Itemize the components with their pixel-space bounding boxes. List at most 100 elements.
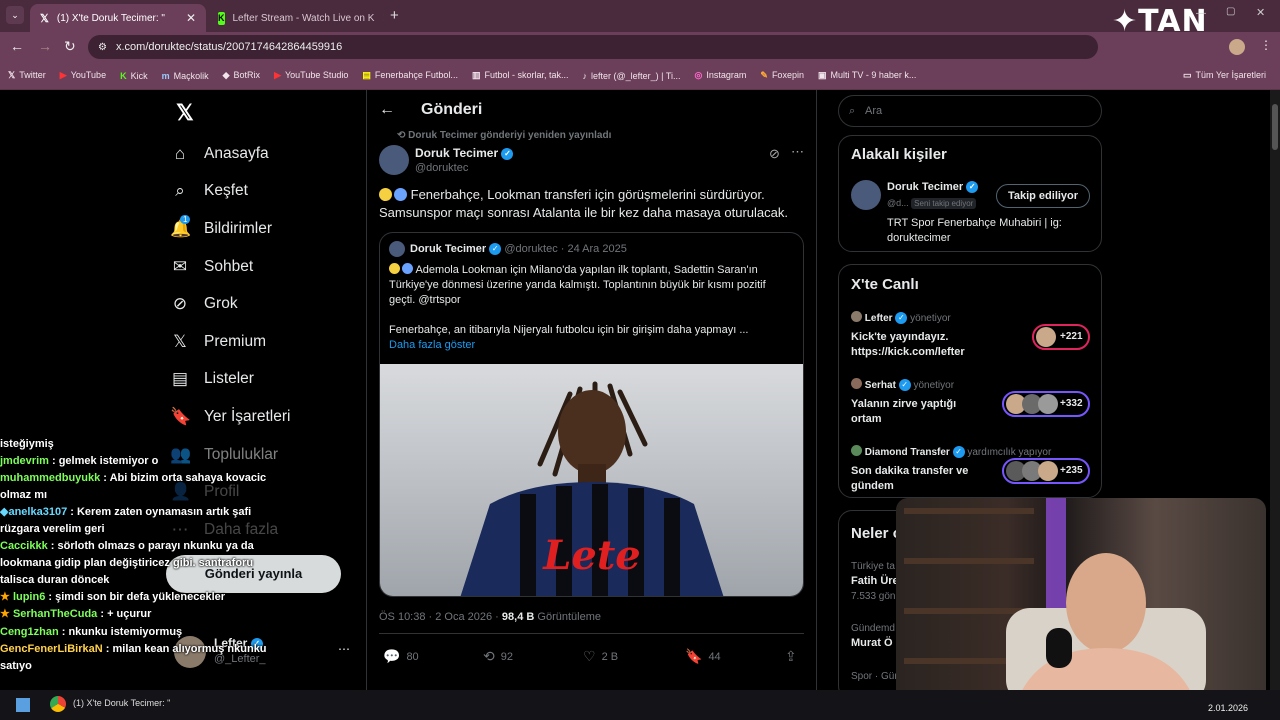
show-more-link[interactable]: Daha fazla göster [389, 339, 475, 351]
quote-tweet[interactable]: Doruk Tecimer ✓ @doruktec · 24 Ara 2025 … [379, 232, 804, 597]
scrollbar-thumb[interactable] [1272, 104, 1278, 150]
bookmark-tiktok[interactable]: ♪ lefter (@_lefter_) | Ti... [583, 71, 681, 81]
x-home-logo[interactable]: 𝕏 [176, 100, 194, 126]
nav-premium[interactable]: 𝕏 Premium [170, 323, 360, 361]
listener-count-pill: +221 [1032, 324, 1090, 350]
bookmark-youtube-studio[interactable]: ▶ YouTube Studio [274, 70, 348, 81]
reply-button[interactable]: 💬 80 [383, 648, 419, 665]
all-bookmarks[interactable]: ▭ Tüm Yer İşaretleri [1183, 70, 1266, 81]
taskbar-window-title[interactable]: (1) X'te Doruk Tecimer: " [73, 698, 170, 708]
divider-right [816, 90, 817, 690]
related-handle-row: @d... Seni takip ediyor [887, 198, 977, 209]
chat-message: isteğiymiş [0, 438, 54, 450]
post-meta: ÖS 10:38 · 2 Oca 2026 · 98,4 B Görüntüle… [379, 611, 601, 623]
more-icon[interactable]: ⋯ [338, 642, 350, 656]
player-photo: Lete [460, 381, 724, 596]
avatar [851, 378, 862, 389]
nav-chat[interactable]: ✉ Sohbet [170, 248, 360, 286]
verified-icon: ✓ [501, 147, 514, 160]
verified-icon: ✓ [489, 243, 502, 256]
forward-icon[interactable]: → [38, 38, 52, 54]
repost-button[interactable]: ⟲ 92 [483, 648, 513, 665]
home-icon: ⌂ [174, 143, 186, 163]
nav-notifications[interactable]: 🔔 1 Bildirimler [170, 210, 360, 248]
close-icon[interactable]: ✕ [382, 11, 384, 25]
bookmark-fenerbahce[interactable]: ▤ Fenerbahçe Futbol... [362, 70, 458, 81]
trends-title: Neler o [851, 525, 902, 542]
nav-bookmarks[interactable]: 🔖 Yer İşaretleri [170, 398, 360, 436]
bookmark-multitv[interactable]: ▣ Multi TV - 9 haber k... [818, 70, 916, 81]
repost-note: ⟲ Doruk Tecimer gönderiyi yeniden yayınl… [397, 130, 612, 141]
more-icon[interactable]: ⋯ [791, 144, 804, 160]
chat-message: muhammedbuyukk : Abi bizim orta sahaya k… [0, 472, 267, 502]
scrollbar[interactable] [1270, 90, 1280, 690]
live-item[interactable]: Serhat ✓ yönetiyor Yalanın zirve yaptığı… [851, 378, 1097, 430]
site-info-icon[interactable]: ⚙ [98, 42, 107, 53]
window-close-icon[interactable]: ✕ [1256, 6, 1265, 19]
like-button[interactable]: ♡ 2 B [583, 648, 618, 665]
share-button[interactable]: ⇪ [785, 648, 797, 665]
taskbar-date: 2.01.2026 [1208, 703, 1249, 713]
bookmark-twitter[interactable]: 𝕏 Twitter [8, 70, 46, 81]
nav-explore[interactable]: ⌕ Keşfet [170, 173, 360, 211]
profile-avatar[interactable] [1229, 39, 1245, 55]
bookmark-icon: 🔖 [170, 406, 192, 426]
nav-home[interactable]: ⌂ Anasayfa [170, 135, 360, 173]
related-title: Alakalı kişiler [851, 146, 947, 163]
new-tab-button[interactable]: + [390, 7, 399, 24]
bookmark-button[interactable]: 🔖 44 [685, 648, 721, 665]
grok-icon[interactable]: ⊘ [769, 146, 780, 162]
stream-chat-overlay: isteğiymiş jmdevrim : gelmek istemiyor o… [0, 436, 290, 675]
close-icon[interactable]: ✕ [186, 11, 196, 25]
live-title: X'te Canlı [851, 276, 919, 293]
avatar [389, 241, 405, 257]
live-item[interactable]: Diamond Transfer ✓ yardımcılık yapıyor S… [851, 445, 1097, 497]
live-item[interactable]: Lefter ✓ yönetiyor Kick'te yayındayız. ht… [851, 311, 1097, 363]
trend-item[interactable]: Spor · Gün [851, 669, 900, 684]
url-text: x.com/doruktec/status/200717464286445991… [116, 41, 343, 53]
live-spaces-card: X'te Canlı Lefter ✓ yönetiyor Kick'te ya… [838, 264, 1102, 498]
bookmark-botrix[interactable]: ◆ BotRix [223, 70, 260, 81]
avatar[interactable] [379, 145, 409, 175]
author-name[interactable]: Doruk Tecimer ✓ [415, 146, 514, 160]
search-input[interactable]: ⌕ Ara [838, 95, 1102, 127]
trend-item[interactable]: Türkiye ta Fatih Üre 7.533 gön [851, 559, 899, 604]
tab-search-button[interactable]: ⌄ [6, 6, 24, 24]
window-minimize-icon[interactable]: — [1196, 8, 1206, 19]
listener-count-pill: +235 [1002, 458, 1090, 484]
window-maximize-icon[interactable]: ▢ [1226, 6, 1235, 17]
start-icon[interactable] [16, 698, 30, 712]
mail-icon: ✉ [172, 256, 188, 276]
url-field[interactable]: ⚙ x.com/doruktec/status/2007174642864459… [88, 35, 1098, 59]
x-logo-icon: 𝕏 [40, 12, 49, 25]
tab-kick-stream[interactable]: K Lefter Stream - Watch Live on K ✕ [208, 4, 384, 32]
badge-icon: ★ [0, 608, 10, 621]
quote-image[interactable]: Lete [380, 364, 803, 596]
trend-item[interactable]: Gündemd Murat Ö [851, 621, 895, 651]
tab-x-post[interactable]: 𝕏 (1) X'te Doruk Tecimer: " ✕ [30, 4, 206, 32]
address-bar-row: ← → ↻ ⚙ x.com/doruktec/status/2007174642… [0, 32, 1280, 62]
chat-message: jmdevrim : gelmek istemiyor o [0, 455, 159, 468]
chrome-icon[interactable] [50, 696, 66, 712]
bookmark-foxepin[interactable]: ✎ Foxepin [760, 70, 804, 81]
back-arrow-icon[interactable]: ← [379, 101, 395, 119]
bookmark-kick[interactable]: K Kick [120, 71, 148, 81]
reload-icon[interactable]: ↻ [64, 38, 76, 55]
bookmark-instagram[interactable]: ◎ Instagram [695, 70, 747, 81]
related-name[interactable]: Doruk Tecimer ✓ [887, 181, 979, 194]
back-icon[interactable]: ← [10, 38, 24, 54]
kick-logo-icon: K [218, 11, 225, 25]
author-handle[interactable]: @doruktec [415, 162, 468, 174]
menu-icon[interactable]: ⋮ [1260, 38, 1272, 52]
bookmark-youtube[interactable]: ▶ YouTube [60, 70, 106, 81]
post-text: Fenerbahçe, Lookman transferi için görüş… [379, 186, 809, 222]
chat-message: ◆anelka3107 : Kerem zaten oynamasın artı… [0, 506, 252, 536]
nav-grok[interactable]: ⊘ Grok [170, 285, 360, 323]
notification-badge: 1 [180, 214, 191, 224]
bookmark-mackolik[interactable]: m Maçkolik [162, 71, 209, 81]
tab-title: Lefter Stream - Watch Live on K [232, 12, 375, 24]
bookmark-futbol[interactable]: ▥ Futbol - skorlar, tak... [472, 70, 569, 81]
nav-lists[interactable]: ▤ Listeler [170, 361, 360, 399]
following-button[interactable]: Takip ediliyor [996, 184, 1090, 208]
avatar[interactable] [851, 180, 881, 210]
